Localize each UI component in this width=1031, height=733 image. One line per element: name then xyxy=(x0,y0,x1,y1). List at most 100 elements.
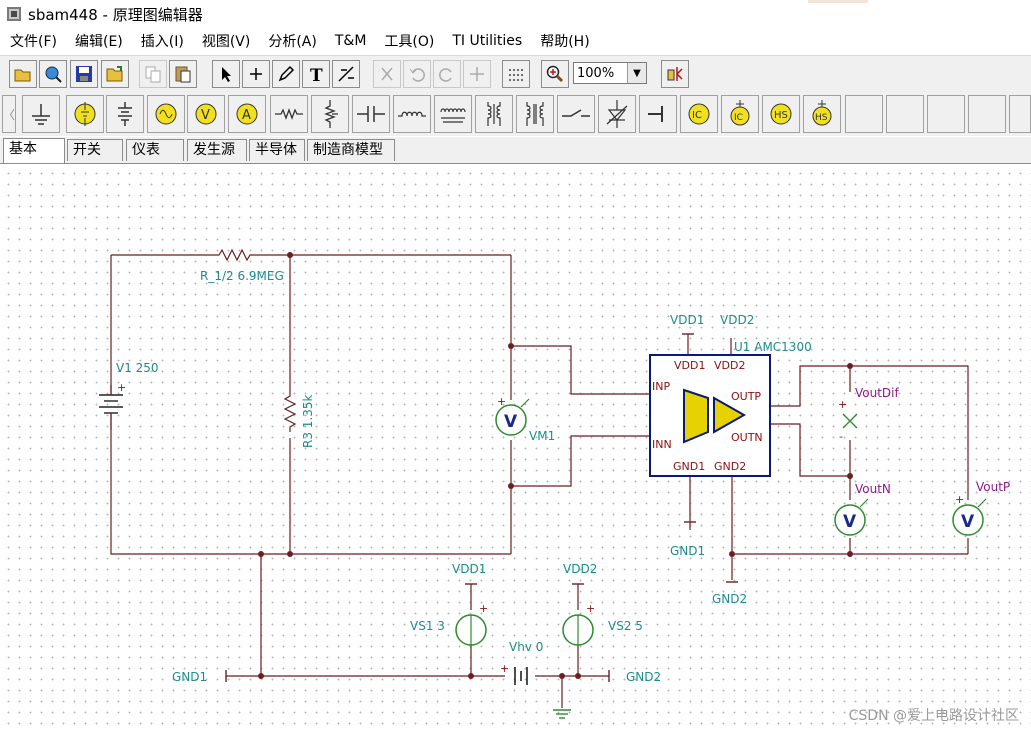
menu-tools[interactable]: 工具(O) xyxy=(375,31,443,51)
tab-meters[interactable]: 仪表 xyxy=(126,139,184,161)
menu-insert[interactable]: 插入(I) xyxy=(132,31,193,51)
gnd1-left-label: GND1 xyxy=(172,670,207,684)
capacitor-icon xyxy=(357,106,385,122)
controlled-source-ic2-button[interactable]: IC xyxy=(721,95,759,133)
menu-analysis[interactable]: 分析(A) xyxy=(259,31,326,51)
component-palette: 〈 V A IC IC HS HS xyxy=(0,92,1031,136)
menu-help[interactable]: 帮助(H) xyxy=(531,31,598,51)
controlled-source-hs-icon: HS xyxy=(770,103,792,125)
empty-slot[interactable] xyxy=(927,95,965,133)
tab-basic[interactable]: 基本 xyxy=(3,138,65,163)
gnd2-right-label: GND2 xyxy=(626,670,661,684)
vs1-label: VS1 3 xyxy=(410,619,445,633)
diode-variable-button[interactable] xyxy=(598,95,636,133)
move-button[interactable] xyxy=(463,60,491,88)
empty-slot[interactable] xyxy=(968,95,1006,133)
inductor-button[interactable] xyxy=(393,95,431,133)
redo-button[interactable] xyxy=(433,60,461,88)
resistor-button[interactable] xyxy=(270,95,308,133)
capacitor-button[interactable] xyxy=(352,95,390,133)
ground-icon xyxy=(32,104,50,125)
terminal-button[interactable] xyxy=(639,95,677,133)
transformer-button[interactable] xyxy=(434,95,472,133)
ground-button[interactable] xyxy=(22,95,60,133)
current-controlled-source-ic-icon: IC xyxy=(688,103,710,125)
diode-variable-icon xyxy=(606,100,628,128)
multi-cell-battery-icon xyxy=(118,102,132,126)
controlled-source-hs-button[interactable]: HS xyxy=(762,95,800,133)
paste-button[interactable] xyxy=(169,60,197,88)
schematic-drawing: R_1/2 6.9MEG R3 1.35k V1 250 + V VM1 + U… xyxy=(99,248,1010,719)
zoom-button[interactable] xyxy=(541,60,569,88)
svg-text:IC: IC xyxy=(692,110,702,121)
ac-source-button[interactable] xyxy=(147,95,185,133)
title-bar: sbam448 - 原理图编辑器 xyxy=(0,0,1031,28)
vdd2-top-label: VDD2 xyxy=(720,313,754,327)
save-button[interactable] xyxy=(70,60,98,88)
open-folder-button[interactable] xyxy=(9,60,37,88)
battery-source-button[interactable] xyxy=(66,95,104,133)
tab-vendor-models[interactable]: 制造商模型 xyxy=(307,139,395,161)
app-icon xyxy=(7,7,21,21)
menu-ti-utilities[interactable]: TI Utilities xyxy=(443,33,531,49)
resistor-r12[interactable] xyxy=(205,248,259,262)
coupled-inductor-button[interactable] xyxy=(475,95,513,133)
transformer-core-button[interactable] xyxy=(516,95,554,133)
resistor-icon xyxy=(275,108,303,120)
pin-vdd2: VDD2 xyxy=(714,359,745,372)
controlled-source-hs2-button[interactable]: HS xyxy=(803,95,841,133)
pin-gnd2: GND2 xyxy=(714,460,746,473)
ground-symbol[interactable] xyxy=(553,709,571,719)
open-button[interactable] xyxy=(101,60,129,88)
potentiometer-button[interactable] xyxy=(311,95,349,133)
controlled-source-ic-button[interactable]: IC xyxy=(680,95,718,133)
vs1-plus: + xyxy=(479,602,488,615)
source-vs1[interactable] xyxy=(455,614,487,646)
watermark: CSDN @爱上电路设计社区 xyxy=(848,708,1019,724)
probe-tool-button[interactable] xyxy=(332,60,360,88)
battery-vhv[interactable] xyxy=(514,667,528,685)
text-tool-button[interactable]: T xyxy=(302,60,330,88)
pencil-button[interactable] xyxy=(272,60,300,88)
component-tool-icon xyxy=(667,67,683,81)
undo-button[interactable] xyxy=(403,60,431,88)
voutdif-probe[interactable] xyxy=(842,413,858,429)
multi-cell-battery-button[interactable] xyxy=(106,95,144,133)
switch-button[interactable] xyxy=(557,95,595,133)
grid-button[interactable] xyxy=(502,60,530,88)
voutn-label: VoutN xyxy=(855,482,891,496)
source-vs2[interactable] xyxy=(562,614,594,646)
menu-file[interactable]: 文件(F) xyxy=(0,31,66,51)
wire-tool-icon xyxy=(250,68,262,80)
menu-edit[interactable]: 编辑(E) xyxy=(66,31,132,51)
amc1300-chip[interactable] xyxy=(649,354,771,477)
empty-slot[interactable] xyxy=(886,95,924,133)
tab-semiconductors[interactable]: 半导体 xyxy=(249,139,305,161)
pointer-button[interactable] xyxy=(212,60,240,88)
voutp-symbol: V xyxy=(961,512,975,532)
resistor-r3[interactable] xyxy=(283,390,297,432)
scroll-left-button[interactable]: 〈 xyxy=(2,95,16,133)
voltmeter-button[interactable]: V xyxy=(187,95,225,133)
vs2-label: VS2 5 xyxy=(608,619,643,633)
battery-source-icon xyxy=(74,102,96,126)
empty-slot[interactable] xyxy=(1009,95,1031,133)
wire-tool-button[interactable] xyxy=(242,60,270,88)
menu-view[interactable]: 视图(V) xyxy=(193,31,260,51)
component-tool-button[interactable] xyxy=(661,60,689,88)
chevron-down-icon[interactable]: ▼ xyxy=(627,63,646,83)
zoom-select[interactable]: 100% ▼ xyxy=(573,62,647,84)
move-icon xyxy=(470,67,484,81)
svg-text:T: T xyxy=(310,66,323,84)
empty-slot[interactable] xyxy=(845,95,883,133)
schematic-canvas[interactable]: R_1/2 6.9MEG R3 1.35k V1 250 + V VM1 + U… xyxy=(0,164,1031,733)
copy-button[interactable] xyxy=(139,60,167,88)
globe-search-button[interactable] xyxy=(39,60,67,88)
tab-switches[interactable]: 开关 xyxy=(67,139,123,161)
tab-sources[interactable]: 发生源 xyxy=(187,139,247,161)
ammeter-button[interactable]: A xyxy=(228,95,266,133)
copy-icon xyxy=(145,66,161,83)
paste-icon xyxy=(175,66,191,83)
cut-button[interactable] xyxy=(373,60,401,88)
menu-tm[interactable]: T&M xyxy=(326,33,376,49)
